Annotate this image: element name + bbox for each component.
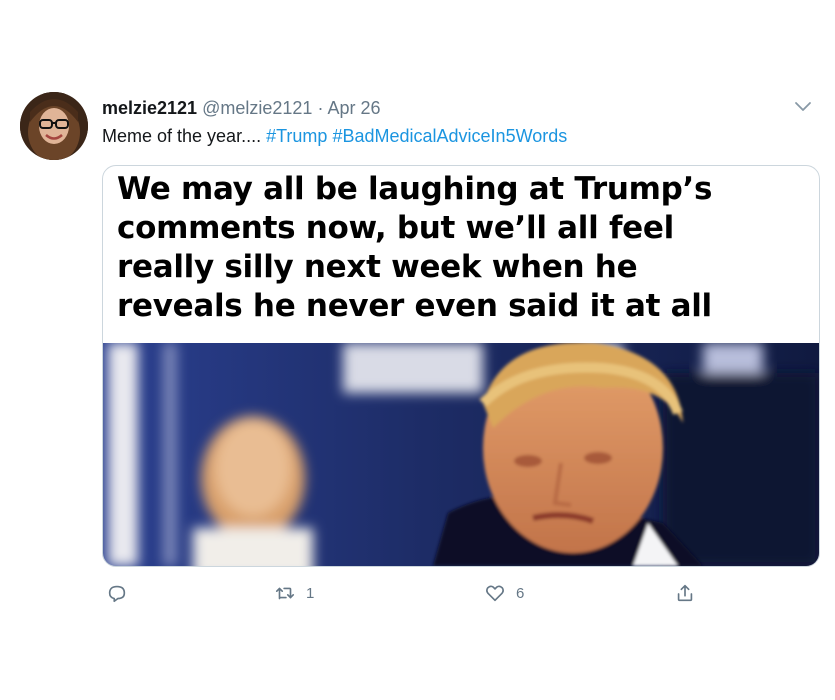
like-count: 6 <box>516 584 525 602</box>
retweet-count: 1 <box>306 584 315 602</box>
tweet-header: melzie2121 @melzie2121 · Apr 26 <box>102 96 802 120</box>
meme-caption-line: really silly next week when he <box>117 249 638 285</box>
tweet-text: Meme of the year.... #Trump #BadMedicalA… <box>102 123 802 149</box>
avatar[interactable] <box>20 92 88 160</box>
meme-caption: We may all be laughing at Trump’s commen… <box>117 170 817 326</box>
share-icon <box>677 584 693 602</box>
tweet-media[interactable]: We may all be laughing at Trump’s commen… <box>102 165 820 567</box>
heart-icon <box>486 585 504 602</box>
avatar-photo <box>20 92 88 160</box>
meme-caption-line: We may all be laughing at Trump’s <box>117 171 713 207</box>
like-button[interactable]: 6 <box>484 578 524 608</box>
more-options-button[interactable] <box>792 98 814 116</box>
tweet-date[interactable]: Apr 26 <box>327 98 380 118</box>
meme-caption-line: comments now, but we’ll all feel <box>117 210 674 246</box>
press-briefing-photo <box>103 343 819 566</box>
reply-icon <box>108 585 126 603</box>
tweet-text-body: Meme of the year.... <box>102 126 262 146</box>
reply-button[interactable] <box>106 578 128 608</box>
user-handle[interactable]: @melzie2121 <box>202 98 312 118</box>
tweet-card[interactable]: melzie2121 @melzie2121 · Apr 26 Meme of … <box>0 0 835 700</box>
hashtag-bad-medical-advice[interactable]: #BadMedicalAdviceIn5Words <box>332 126 567 146</box>
meme-photo <box>103 343 819 566</box>
chevron-down-icon <box>795 102 811 111</box>
share-button[interactable] <box>674 578 696 608</box>
hashtag-trump[interactable]: #Trump <box>266 126 327 146</box>
meme-caption-line: reveals he never even said it at all <box>117 288 712 324</box>
tweet-actions: 1 6 <box>0 578 835 608</box>
separator-dot: · <box>317 98 324 118</box>
retweet-icon <box>275 587 295 600</box>
display-name[interactable]: melzie2121 <box>102 98 197 118</box>
retweet-button[interactable]: 1 <box>274 578 314 608</box>
